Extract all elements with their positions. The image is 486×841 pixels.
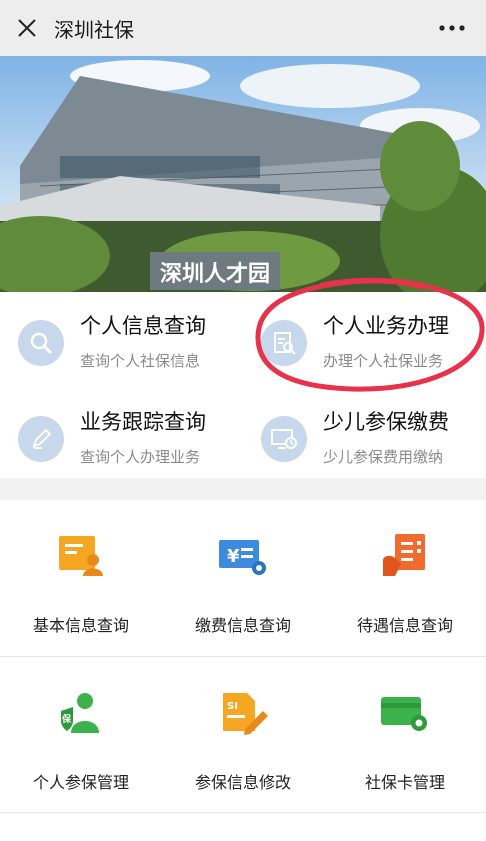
more-menu-button[interactable] xyxy=(432,14,472,42)
grid-item-label: 个人参保管理 xyxy=(32,773,129,792)
grid-item-benefits-info[interactable]: 待遇信息查询 xyxy=(324,500,486,655)
grid-item-basic-info[interactable]: 基本信息查询 xyxy=(0,500,162,655)
quick-item-subtitle: 办理个人社保业务 xyxy=(323,352,444,370)
grid-item-label: 待遇信息查询 xyxy=(356,616,453,635)
building-photo: 深圳人才园 xyxy=(0,56,486,292)
svg-text:¥: ¥ xyxy=(227,546,240,567)
service-grid: 基本信息查询 ¥ 缴费信息查询 待遇信息查询 保 个人参保管理 SI 参保信息修… xyxy=(0,500,486,841)
grid-item-label: 缴费信息查询 xyxy=(194,616,291,635)
close-icon xyxy=(18,19,36,37)
svg-text:SI: SI xyxy=(227,701,238,712)
user-card-icon xyxy=(59,536,103,576)
quick-item-business-tracking[interactable]: 业务跟踪查询 查询个人办理业务 xyxy=(0,388,243,474)
document-search-icon xyxy=(261,320,307,366)
quick-item-subtitle: 少儿参保费用缴纳 xyxy=(323,448,444,466)
edit-document-icon: SI xyxy=(223,693,268,735)
yuan-ticket-icon: ¥ xyxy=(219,540,266,575)
quick-item-title: 业务跟踪查询 xyxy=(80,410,206,434)
grid-item-card-management[interactable]: 社保卡管理 xyxy=(324,657,486,812)
title-bar: 深圳社保 xyxy=(0,0,486,56)
card-gear-icon xyxy=(381,697,427,731)
hand-list-icon xyxy=(383,534,425,576)
quick-item-subtitle: 查询个人社保信息 xyxy=(80,352,201,370)
more-icon xyxy=(439,25,465,31)
page-title: 深圳社保 xyxy=(54,17,134,42)
grid-item-label: 社保卡管理 xyxy=(364,773,445,792)
grid-item-payment-info[interactable]: ¥ 缴费信息查询 xyxy=(162,500,324,655)
close-button[interactable] xyxy=(0,0,54,56)
pencil-icon xyxy=(18,416,64,462)
quick-item-title: 个人信息查询 xyxy=(80,314,206,338)
svg-text:保: 保 xyxy=(61,713,72,725)
banner-sign-text: 深圳人才园 xyxy=(160,261,270,287)
insured-person-icon: 保 xyxy=(61,693,99,733)
search-icon xyxy=(18,320,64,366)
monitor-clock-icon xyxy=(261,416,307,462)
grid-item-label: 基本信息查询 xyxy=(32,616,129,635)
grid-item-edit-insurance[interactable]: SI 参保信息修改 xyxy=(162,657,324,812)
quick-item-personal-info[interactable]: 个人信息查询 查询个人社保信息 xyxy=(0,292,243,378)
quick-item-children-insurance[interactable]: 少儿参保缴费 少儿参保费用缴纳 xyxy=(243,388,486,474)
quick-item-title: 个人业务办理 xyxy=(323,314,449,338)
quick-item-title: 少儿参保缴费 xyxy=(323,410,449,434)
banner-image: 深圳人才园 xyxy=(0,56,486,292)
grid-divider xyxy=(0,812,486,813)
grid-item-personal-insurance[interactable]: 保 个人参保管理 xyxy=(0,657,162,812)
quick-item-subtitle: 查询个人办理业务 xyxy=(80,448,201,466)
quick-services-panel: 个人信息查询 查询个人社保信息 个人业务办理 办理个人社保业务 业务跟踪查询 查… xyxy=(0,292,486,478)
quick-item-personal-business[interactable]: 个人业务办理 办理个人社保业务 xyxy=(243,292,486,378)
grid-item-label: 参保信息修改 xyxy=(194,773,291,792)
